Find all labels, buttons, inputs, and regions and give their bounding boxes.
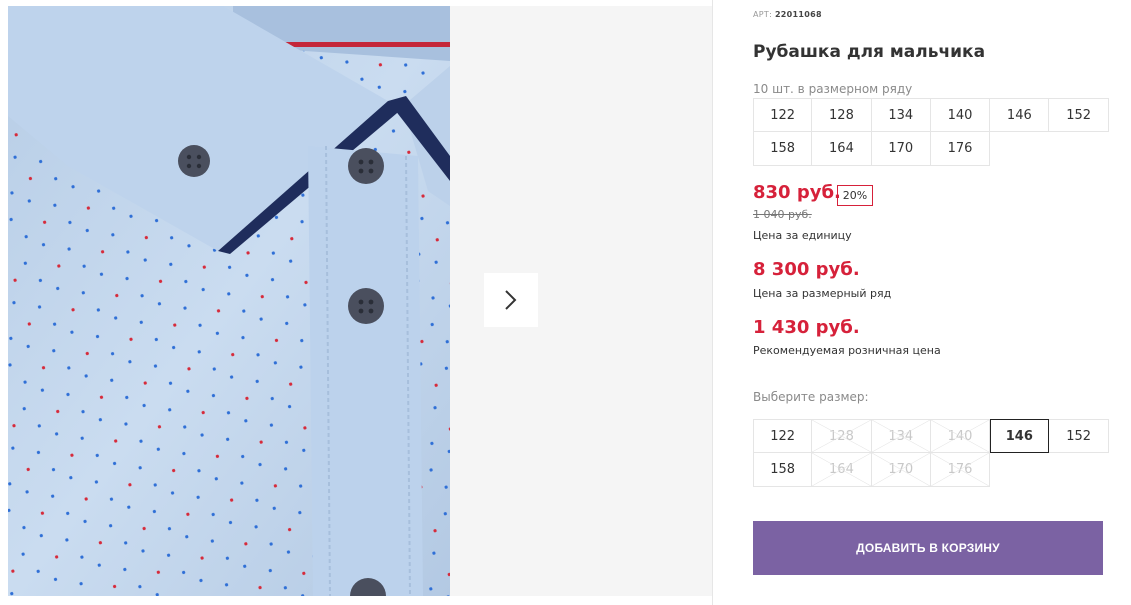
size-range-grid: 122 128 134 140 146 152 158 164 170 176 bbox=[753, 98, 1109, 166]
product-gallery bbox=[8, 6, 712, 596]
size-option[interactable]: 122 bbox=[753, 419, 813, 453]
product-photo bbox=[8, 6, 450, 596]
size-option: 128 bbox=[812, 419, 872, 453]
range-size-cell: 140 bbox=[930, 98, 991, 132]
retail-price-label: Рекомендуемая розничная цена bbox=[753, 344, 941, 357]
range-size-cell: 128 bbox=[812, 98, 872, 132]
range-size-cell: 122 bbox=[753, 98, 813, 132]
size-option[interactable]: 146 bbox=[990, 419, 1050, 453]
size-option[interactable]: 152 bbox=[1049, 419, 1109, 453]
unit-price-label: Цена за единицу bbox=[753, 229, 852, 242]
range-size-cell: 152 bbox=[1049, 98, 1109, 132]
range-price-label: Цена за размерный ряд bbox=[753, 287, 892, 300]
size-option: 140 bbox=[930, 419, 991, 453]
size-selector: 122 128 134 140 146 152 158 164 170 176 bbox=[753, 419, 1109, 487]
size-option: 134 bbox=[871, 419, 931, 453]
article-value: 22011068 bbox=[774, 10, 822, 19]
pieces-in-range: 10 шт. в размерном ряду bbox=[753, 82, 913, 96]
chevron-right-icon bbox=[505, 290, 517, 310]
product-title: Рубашка для мальчика bbox=[753, 42, 986, 62]
range-size-cell: 134 bbox=[871, 98, 931, 132]
retail-price: 1 430 руб. bbox=[753, 317, 860, 338]
discount-badge: 20% bbox=[837, 185, 873, 206]
unit-price: 830 руб. bbox=[753, 182, 841, 203]
size-option: 176 bbox=[930, 453, 991, 487]
range-size-cell: 164 bbox=[812, 132, 872, 166]
article-label: АРТ: bbox=[753, 10, 773, 19]
article-number: АРТ: 22011068 bbox=[753, 10, 822, 19]
choose-size-label: Выберите размер: bbox=[753, 390, 869, 404]
range-size-cell: 176 bbox=[930, 132, 991, 166]
range-size-cell: 170 bbox=[871, 132, 931, 166]
range-size-cell: 146 bbox=[990, 98, 1050, 132]
add-to-cart-button[interactable]: ДОБАВИТЬ В КОРЗИНУ bbox=[753, 521, 1103, 575]
size-option: 170 bbox=[871, 453, 931, 487]
gallery-next-button[interactable] bbox=[484, 273, 538, 327]
range-size-cell: 158 bbox=[753, 132, 813, 166]
range-price: 8 300 руб. bbox=[753, 259, 860, 280]
size-option: 164 bbox=[812, 453, 872, 487]
column-divider bbox=[712, 0, 713, 605]
old-price: 1 040 руб. bbox=[753, 208, 812, 221]
size-option[interactable]: 158 bbox=[753, 453, 813, 487]
